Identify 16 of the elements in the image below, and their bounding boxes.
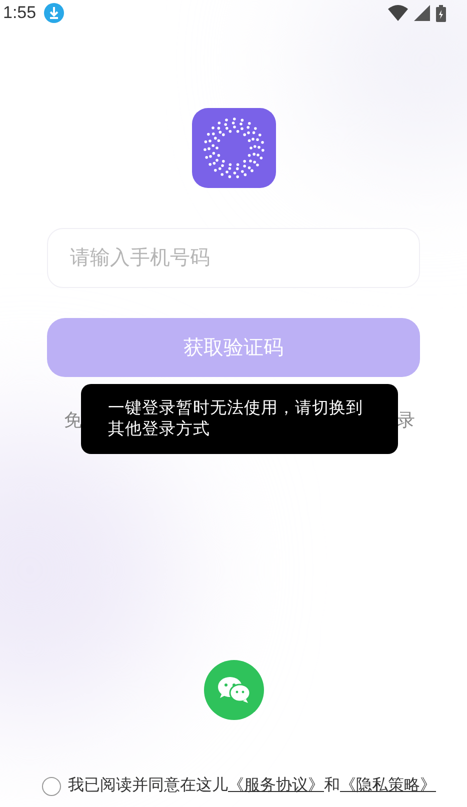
- battery-icon: [436, 4, 446, 22]
- chat-bubbles-icon: [216, 676, 250, 704]
- agree-checkbox[interactable]: [42, 776, 61, 796]
- login-option-text: 免: [64, 409, 82, 432]
- agreement-text: 和: [324, 776, 340, 796]
- signal-icon: [414, 5, 430, 21]
- privacy-link[interactable]: 《隐私策略》: [340, 774, 436, 798]
- phone-input-field[interactable]: 请输入手机号码: [47, 228, 420, 288]
- toast-message: 一键登录暂时无法使用，请切换到其他登录方式: [81, 384, 398, 454]
- login-option-text: 录: [397, 409, 415, 432]
- status-time: 1:55: [3, 2, 36, 24]
- download-icon: [44, 3, 64, 23]
- agreement-text: 我已阅读并同意在这儿: [68, 776, 228, 796]
- wifi-icon: [388, 5, 408, 21]
- terms-link[interactable]: 《服务协议》: [228, 774, 324, 798]
- app-logo-icon: [192, 108, 276, 188]
